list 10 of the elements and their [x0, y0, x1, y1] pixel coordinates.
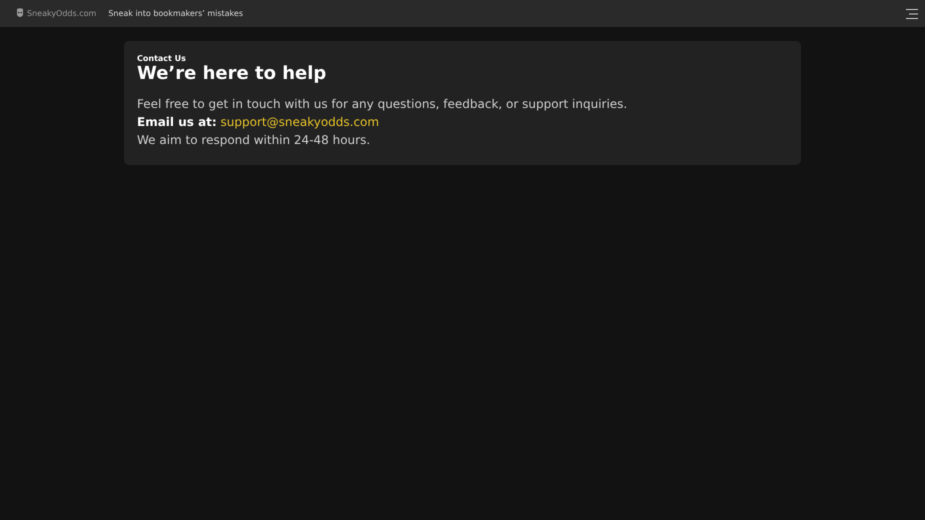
email-link[interactable]: support@sneakyodds.com: [220, 115, 380, 129]
site-tagline: Sneak into bookmakers’ mistakes: [108, 9, 243, 18]
mask-icon: [16, 8, 24, 19]
section-eyebrow: Contact Us: [137, 54, 187, 63]
site-logo-link[interactable]: SneakyOdds.com: [16, 8, 96, 19]
intro-text: Feel free to get in touch with us for any questions, feedback, or support inquiries.: [137, 96, 628, 113]
response-note: We aim to respond within 24-48 hours.: [137, 132, 372, 149]
card-title: We’re here to help: [137, 63, 328, 84]
menu-button[interactable]: [906, 8, 918, 20]
email-line: Email us at: support@sneakyodds.com: [137, 114, 380, 131]
